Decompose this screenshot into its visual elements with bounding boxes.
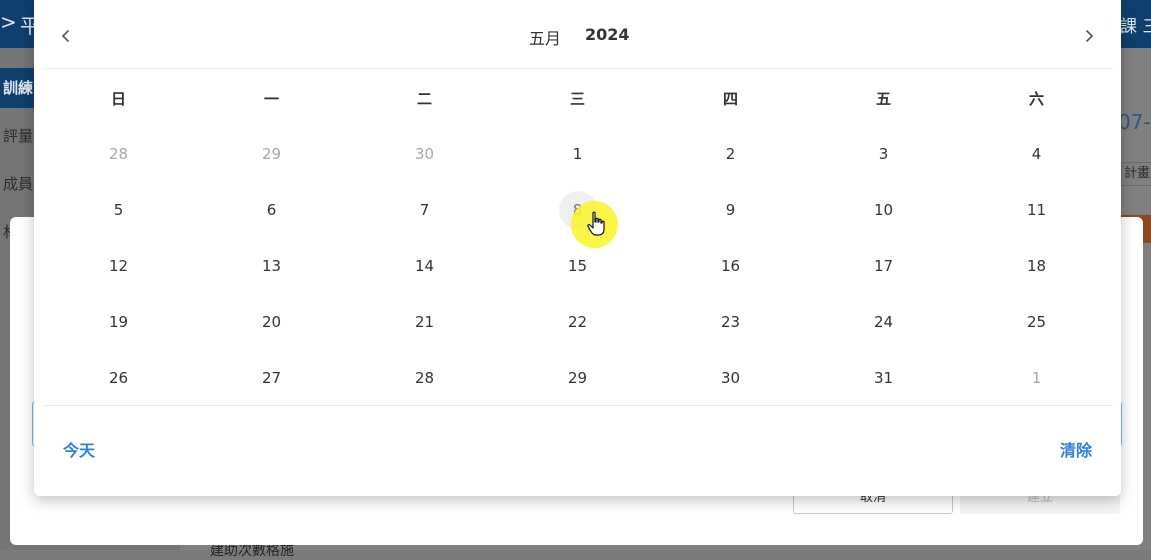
calendar-day[interactable]: 9 bbox=[654, 182, 807, 238]
calendar-day[interactable]: 7 bbox=[348, 182, 501, 238]
header-divider bbox=[44, 68, 1113, 69]
calendar-day[interactable]: 30 bbox=[654, 350, 807, 406]
calendar-day[interactable]: 4 bbox=[960, 126, 1113, 182]
calendar-day-number: 24 bbox=[873, 313, 894, 331]
calendar-day[interactable]: 17 bbox=[807, 238, 960, 294]
calendar-day[interactable]: 14 bbox=[348, 238, 501, 294]
calendar-day[interactable]: 5 bbox=[42, 182, 195, 238]
calendar-day-number: 14 bbox=[414, 257, 435, 275]
calendar-day-number: 15 bbox=[567, 257, 588, 275]
calendar-day-number: 2 bbox=[725, 145, 736, 163]
calendar-day[interactable]: 29 bbox=[195, 126, 348, 182]
hand-cursor-icon bbox=[587, 211, 605, 236]
calendar-day-number: 16 bbox=[720, 257, 741, 275]
calendar-day-number: 13 bbox=[261, 257, 282, 275]
calendar-day[interactable]: 12 bbox=[42, 238, 195, 294]
calendar-day-number: 21 bbox=[414, 313, 435, 331]
calendar-day[interactable]: 20 bbox=[195, 294, 348, 350]
calendar-day-number: 27 bbox=[261, 369, 282, 387]
calendar-day[interactable]: 18 bbox=[960, 238, 1113, 294]
chevron-left-icon bbox=[61, 29, 70, 43]
calendar-day[interactable]: 29 bbox=[501, 350, 654, 406]
calendar-day-number: 12 bbox=[108, 257, 129, 275]
calendar-day-number: 19 bbox=[108, 313, 129, 331]
calendar-day[interactable]: 28 bbox=[42, 126, 195, 182]
calendar-day-number: 4 bbox=[1031, 145, 1042, 163]
footer-divider bbox=[44, 405, 1113, 406]
calendar-day-number: 20 bbox=[261, 313, 282, 331]
weekday-header: 五 bbox=[875, 89, 891, 108]
calendar-day-number: 1 bbox=[572, 145, 583, 163]
weekday-header: 日 bbox=[110, 89, 126, 108]
calendar-day-number: 6 bbox=[266, 201, 277, 219]
calendar-day-number: 7 bbox=[419, 201, 430, 219]
calendar-day[interactable]: 3 bbox=[807, 126, 960, 182]
calendar-day-number: 22 bbox=[567, 313, 588, 331]
calendar-day-number: 5 bbox=[113, 201, 124, 219]
calendar-day[interactable]: 21 bbox=[348, 294, 501, 350]
calendar-day-number: 11 bbox=[1026, 201, 1047, 219]
calendar-day-number: 30 bbox=[414, 145, 435, 163]
calendar-day-number: 29 bbox=[567, 369, 588, 387]
calendar-day-number: 26 bbox=[108, 369, 129, 387]
weekday-header: 三 bbox=[569, 89, 585, 108]
next-month-button[interactable] bbox=[1073, 20, 1105, 52]
calendar-day-number: 29 bbox=[261, 145, 282, 163]
date-picker-header: 五月 2024 bbox=[34, 0, 1121, 68]
calendar-day[interactable]: 23 bbox=[654, 294, 807, 350]
weekday-header: 二 bbox=[416, 89, 432, 108]
weekday-header: 一 bbox=[263, 89, 279, 108]
calendar-day-number: 10 bbox=[873, 201, 894, 219]
calendar-day[interactable]: 28 bbox=[348, 350, 501, 406]
calendar-day-number: 3 bbox=[878, 145, 889, 163]
calendar-day[interactable]: 6 bbox=[195, 182, 348, 238]
calendar-day-number: 28 bbox=[414, 369, 435, 387]
clear-button[interactable]: 清除 bbox=[1060, 437, 1092, 461]
course-name-fragment: 課 三 bbox=[1120, 17, 1151, 37]
plan-select-fragment[interactable]: 計畫內 bbox=[1121, 162, 1151, 186]
calendar-day[interactable]: 27 bbox=[195, 350, 348, 406]
calendar-day-number: 28 bbox=[108, 145, 129, 163]
calendar-day[interactable]: 2 bbox=[654, 126, 807, 182]
calendar-day-number: 25 bbox=[1026, 313, 1047, 331]
prev-month-button[interactable] bbox=[50, 20, 82, 52]
calendar-day[interactable]: 13 bbox=[195, 238, 348, 294]
calendar-day[interactable]: 22 bbox=[501, 294, 654, 350]
date-value-fragment: 07- bbox=[1118, 110, 1151, 134]
today-button[interactable]: 今天 bbox=[63, 437, 95, 461]
calendar-day-number: 30 bbox=[720, 369, 741, 387]
date-picker: 五月 2024 日一二三四五六2829301234567891011121314… bbox=[34, 0, 1121, 496]
calendar-day-number: 1 bbox=[1031, 369, 1042, 387]
calendar-day[interactable]: 25 bbox=[960, 294, 1113, 350]
calendar-day-number: 18 bbox=[1026, 257, 1047, 275]
calendar-day[interactable]: 10 bbox=[807, 182, 960, 238]
month-label[interactable]: 五月 bbox=[529, 25, 561, 49]
chevron-right-icon bbox=[1085, 29, 1094, 43]
calendar-day[interactable]: 31 bbox=[807, 350, 960, 406]
calendar-day[interactable]: 15 bbox=[501, 238, 654, 294]
calendar-day-number: 23 bbox=[720, 313, 741, 331]
weekday-header: 四 bbox=[722, 89, 738, 108]
app-logo-icon: > bbox=[0, 10, 17, 34]
weekday-header: 六 bbox=[1028, 89, 1044, 108]
calendar-day[interactable]: 24 bbox=[807, 294, 960, 350]
calendar-day[interactable]: 16 bbox=[654, 238, 807, 294]
calendar-day-number: 9 bbox=[725, 201, 736, 219]
calendar-day[interactable]: 26 bbox=[42, 350, 195, 406]
calendar-day[interactable]: 11 bbox=[960, 182, 1113, 238]
calendar-day[interactable]: 30 bbox=[348, 126, 501, 182]
calendar-day[interactable]: 1 bbox=[501, 126, 654, 182]
calendar-day-number: 17 bbox=[873, 257, 894, 275]
calendar-day[interactable]: 1 bbox=[960, 350, 1113, 406]
year-label[interactable]: 2024 bbox=[585, 25, 630, 44]
calendar-day[interactable]: 19 bbox=[42, 294, 195, 350]
calendar-day-number: 31 bbox=[873, 369, 894, 387]
